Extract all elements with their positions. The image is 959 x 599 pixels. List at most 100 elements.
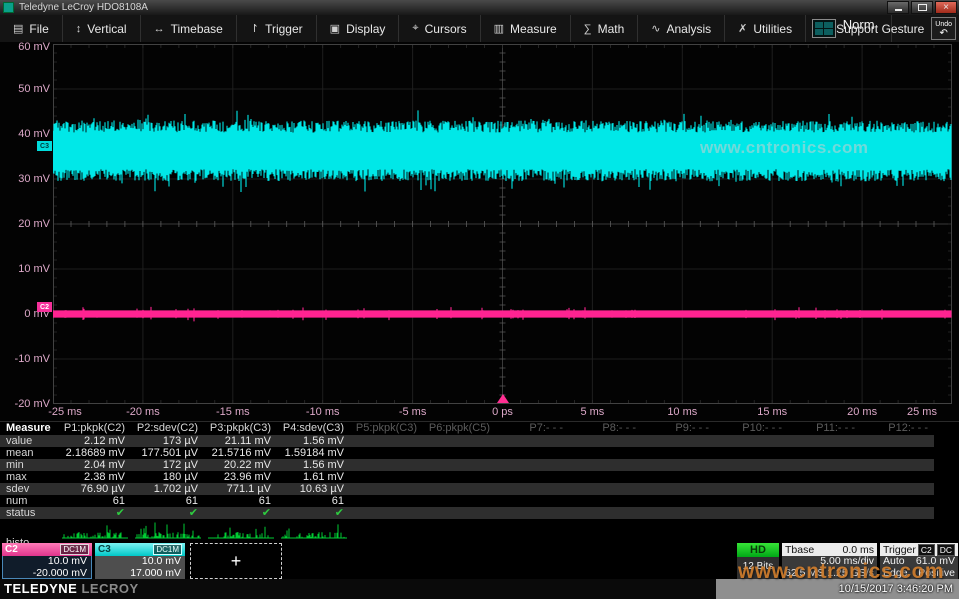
measure-header-row: MeasureP1:pkpk(C2)P2:sdev(C2)P3:pkpk(C3)…: [0, 422, 934, 435]
trigger-time-marker[interactable]: [497, 394, 509, 403]
measure-value: [496, 471, 569, 483]
measure-col-header-p1[interactable]: P1:pkpk(C2): [58, 422, 131, 434]
trigger-coupling-badge: DC: [937, 544, 955, 556]
measure-value: [788, 483, 861, 495]
measure-col-header-p4[interactable]: P4:sdev(C3): [277, 422, 350, 434]
minimize-icon: [895, 9, 902, 11]
histogram-sparkline: [496, 520, 569, 544]
status-check-icon: ✔: [58, 507, 131, 519]
measure-value: [423, 483, 496, 495]
measure-value: [423, 435, 496, 447]
measure-value: [350, 435, 423, 447]
measure-value: 21.5716 mV: [204, 447, 277, 459]
measure-value: [642, 495, 715, 507]
measure-value: [715, 447, 788, 459]
measure-value: [788, 507, 861, 519]
measure-col-header-p5[interactable]: P5:pkpk(C3): [350, 422, 423, 434]
histogram-sparkline: [131, 520, 204, 544]
histogram-sparkline: [861, 520, 934, 544]
y-axis-tick-label: 10 mV: [2, 263, 50, 275]
gesture-label[interactable]: Gesture: [882, 22, 925, 36]
titlebar: Teledyne LeCroy HDO8108A ×: [0, 0, 959, 15]
measure-col-header-p3[interactable]: P3:pkpk(C3): [204, 422, 277, 434]
measure-value: [861, 447, 934, 459]
measure-value: [861, 483, 934, 495]
menu-file-label: File: [29, 22, 48, 36]
status-check-icon: ✔: [277, 507, 350, 519]
measure-row-min: min2.04 mV172 µV20.22 mV1.56 mV: [0, 459, 934, 471]
channel-c2-descriptor[interactable]: C2 DC1M 10.0 mV -20.000 mV: [2, 543, 92, 579]
measure-col-header-p8[interactable]: P8:- - -: [569, 422, 642, 434]
add-trace-button[interactable]: +: [190, 543, 282, 579]
c2-offset-marker[interactable]: C2: [37, 302, 52, 312]
measure-value: [715, 471, 788, 483]
menu-right-controls: Norm Gesture Undo ↶: [812, 15, 956, 42]
measure-row-mean: mean2.18689 mV177.501 µV21.5716 mV1.5918…: [0, 447, 934, 459]
menu-vertical[interactable]: ↕Vertical: [63, 15, 141, 42]
trigger-label: Trigger: [883, 544, 916, 556]
measure-value: 172 µV: [131, 459, 204, 471]
maximize-button[interactable]: [911, 1, 933, 14]
channel-c3-descriptor[interactable]: C3 DC1M 10.0 mV 17.000 mV: [95, 543, 185, 579]
measure-value: [715, 507, 788, 519]
y-axis-tick-label: 50 mV: [2, 83, 50, 95]
utilities-icon: ✗: [738, 22, 747, 35]
histogram-sparkline: [642, 520, 715, 544]
measure-col-header-p10[interactable]: P10:- - -: [715, 422, 788, 434]
measure-value: [496, 459, 569, 471]
measure-col-header-p9[interactable]: P9:- - -: [642, 422, 715, 434]
close-button[interactable]: ×: [935, 1, 957, 14]
measure-value: [642, 459, 715, 471]
measure-value: [642, 447, 715, 459]
measure-value: 1.59184 mV: [277, 447, 350, 459]
measure-value: 1.56 mV: [277, 435, 350, 447]
menu-cursors[interactable]: ⌖Cursors: [399, 15, 480, 42]
measure-value: 2.12 mV: [58, 435, 131, 447]
measure-col-header-p12[interactable]: P12:- - -: [861, 422, 934, 434]
menu-display[interactable]: ▣Display: [317, 15, 400, 42]
minimize-button[interactable]: [887, 1, 909, 14]
waveform-display[interactable]: 60 mV50 mV40 mV30 mV20 mV10 mV0 mV-10 mV…: [0, 42, 959, 421]
menu-cursors-label: Cursors: [425, 22, 467, 36]
menu-file[interactable]: ▤File: [0, 15, 63, 42]
measure-value: 20.22 mV: [204, 459, 277, 471]
menu-analysis[interactable]: ∿Analysis: [638, 15, 725, 42]
oscilloscope-app: Teledyne LeCroy HDO8108A × ▤File↕Vertica…: [0, 0, 959, 599]
menu-utilities[interactable]: ✗Utilities: [725, 15, 806, 42]
measure-value: 61: [58, 495, 131, 507]
measure-value: [642, 435, 715, 447]
menu-trigger[interactable]: ↾Trigger: [237, 15, 317, 42]
measure-value: [715, 435, 788, 447]
plus-icon: +: [231, 551, 242, 572]
measure-value: [350, 471, 423, 483]
measure-value: [788, 471, 861, 483]
measure-col-header-p11[interactable]: P11:- - -: [788, 422, 861, 434]
measure-value: [569, 507, 642, 519]
measure-value: [569, 459, 642, 471]
measure-row-histo: histo: [0, 519, 934, 544]
measure-col-header-p2[interactable]: P2:sdev(C2): [131, 422, 204, 434]
measure-value: [788, 435, 861, 447]
menu-timebase[interactable]: ↔Timebase: [141, 15, 237, 42]
undo-button[interactable]: Undo ↶: [931, 17, 956, 40]
measure-value: [423, 459, 496, 471]
measure-value: 1.56 mV: [277, 459, 350, 471]
menu-measure[interactable]: ▥Measure: [481, 15, 571, 42]
menu-math[interactable]: ∑Math: [571, 15, 639, 42]
measure-value: 2.38 mV: [58, 471, 131, 483]
measure-value: 21.11 mV: [204, 435, 277, 447]
histogram-sparkline: [350, 520, 423, 544]
status-check-icon: ✔: [204, 507, 277, 519]
measure-col-header-p7[interactable]: P7:- - -: [496, 422, 569, 434]
measure-value: 771.1 µV: [204, 483, 277, 495]
grid-display-button[interactable]: [812, 19, 836, 38]
measure-value: [788, 459, 861, 471]
measure-value: 2.04 mV: [58, 459, 131, 471]
norm-label[interactable]: Norm: [843, 17, 875, 32]
measure-col-header-p6[interactable]: P6:pkpk(C5): [423, 422, 496, 434]
watermark-text: www.cntronics.com: [738, 560, 944, 584]
measure-value: 2.18689 mV: [58, 447, 131, 459]
close-icon: ×: [943, 2, 949, 13]
c3-offset-marker[interactable]: C3: [37, 141, 52, 151]
measure-row-label: min: [0, 459, 58, 471]
